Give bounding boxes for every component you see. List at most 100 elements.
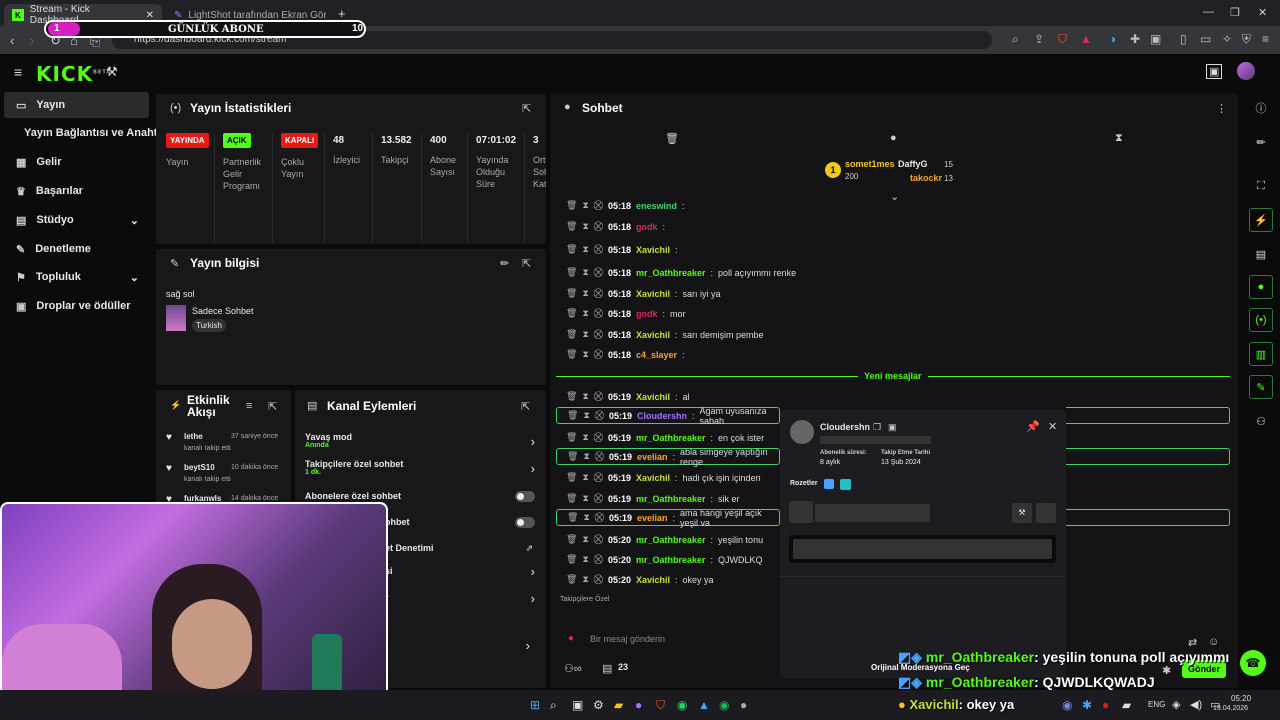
popout-icon[interactable]: ⇱ <box>521 400 530 413</box>
popout-icon[interactable]: ⇱ <box>268 400 277 413</box>
emote-icon[interactable]: ⚇∞ <box>564 662 582 675</box>
leader-name[interactable]: somet1mes <box>845 159 895 169</box>
message-username[interactable]: Cloudershn <box>637 411 687 421</box>
forward-icon[interactable]: › <box>30 33 34 48</box>
popout-icon[interactable]: ⇱ <box>522 257 531 270</box>
ban-icon[interactable]: ⛒ <box>594 432 603 443</box>
chat-input[interactable]: ● Bir mesaj gönderin <box>560 628 780 652</box>
timeout-icon[interactable]: ⧗ <box>582 391 588 402</box>
discord-icon[interactable]: ◉ <box>1062 698 1072 712</box>
ban-icon[interactable]: ⛒ <box>594 200 603 211</box>
message-username[interactable]: Xavichil <box>636 392 670 402</box>
clock-date[interactable]: 19.04.2026 <box>1213 705 1248 712</box>
delete-message-icon[interactable]: 🗑 <box>566 432 577 443</box>
timeout-icon[interactable]: ⧗ <box>582 349 588 360</box>
delete-message-icon[interactable]: 🗑 <box>566 554 577 565</box>
leo-icon[interactable]: ✧ <box>1222 32 1232 46</box>
message-username[interactable]: evelian <box>637 513 668 523</box>
delete-message-icon[interactable]: 🗑 <box>566 308 577 319</box>
timeout-input[interactable] <box>815 504 930 522</box>
ban-button[interactable] <box>789 501 813 523</box>
close-icon[interactable]: ✕ <box>146 10 154 21</box>
task-view-icon[interactable]: ▣ <box>572 698 583 712</box>
mod-mode-link[interactable]: Orijinal Moderasyona Geç <box>871 663 970 672</box>
message-username[interactable]: godk <box>636 222 658 232</box>
sidebar-item-achievements[interactable]: ♛ Başarılar <box>4 178 149 204</box>
timeout-icon[interactable]: ⧗ <box>582 200 588 211</box>
timeout-icon[interactable]: ⧗ <box>582 554 588 565</box>
sidebar-item-revenue[interactable]: ▦ Gelir <box>4 149 149 175</box>
app-icon[interactable]: ● <box>740 698 747 712</box>
clock-time[interactable]: 05:20 <box>1231 694 1251 703</box>
share-icon[interactable]: ⇪ <box>1034 32 1044 46</box>
chat-message[interactable]: 🗑 ⧗ ⛒ 05:19 mr_Oathbreaker: en çok ister <box>556 428 780 447</box>
message-username[interactable]: Xavichil <box>636 245 670 255</box>
chat-message[interactable]: 🗑 ⧗ ⛒ 05:18 godk: mor <box>556 304 1230 323</box>
menu-icon[interactable]: ≡ <box>1262 32 1269 46</box>
network-icon[interactable]: ◈ <box>1172 698 1180 711</box>
timeout-icon[interactable]: ⧗ <box>582 534 588 545</box>
message-username[interactable]: mr_Oathbreaker <box>636 555 706 565</box>
ban-icon[interactable]: ⛒ <box>594 267 603 278</box>
info-icon[interactable]: ⓘ <box>1249 96 1273 120</box>
ban-icon[interactable]: ⛒ <box>594 391 603 402</box>
chat-message[interactable]: 🗑 ⧗ ⛒ 05:20 Xavichil: okey ya <box>556 570 780 589</box>
delete-message-icon[interactable]: 🗑 <box>566 493 577 504</box>
message-username[interactable]: mr_Oathbreaker <box>636 433 706 443</box>
settings-icon[interactable]: ⚙ <box>593 698 604 712</box>
search-icon[interactable]: ⌕ <box>550 698 557 713</box>
chat-widget-icon[interactable]: ● <box>1249 275 1273 299</box>
translate-icon[interactable]: ◗ <box>1110 32 1117 46</box>
brave-icon[interactable]: ⛉ <box>656 698 665 713</box>
pin-icon[interactable]: 📌 <box>1026 420 1040 433</box>
ban-icon[interactable]: ⛒ <box>594 221 603 232</box>
ban-icon[interactable]: ⛒ <box>594 554 603 565</box>
chat-message[interactable]: 🗑 ⧗ ⛒ 05:19 Cloudershn: Agam uyusanıza sabah <box>556 406 780 426</box>
timeout-icon[interactable]: ⧗ <box>583 512 589 523</box>
chat-message[interactable]: 🗑 ⧗ ⛒ 05:18 Xavichil: sarı demişim pembe <box>556 325 1230 344</box>
back-icon[interactable]: ‹ <box>10 33 14 48</box>
delete-message-icon[interactable]: 🗑 <box>566 200 577 211</box>
edit-icon[interactable]: ✏ <box>500 257 509 270</box>
spotify-icon[interactable]: ◉ <box>719 698 729 712</box>
file-explorer-icon[interactable]: ▰ <box>614 698 623 712</box>
chat-message[interactable]: 🗑 ⧗ ⛒ 05:18 Xavichil: sarı iyi ya <box>556 284 1230 303</box>
chat-message[interactable]: 🗑 ⧗ ⛒ 05:19 Xavichil: al <box>556 387 1230 406</box>
timeout-icon[interactable]: ⧗ <box>582 329 588 340</box>
hammer-icon[interactable]: ⚒ <box>106 64 118 80</box>
chat-message[interactable]: 🗑 ⧗ ⛒ 05:19 evelian: ama hangi yeşil açık yeş… <box>556 508 780 528</box>
minimize-icon[interactable]: — <box>1203 6 1214 18</box>
whatsapp-icon[interactable]: ◉ <box>677 698 687 712</box>
brave-rewards-icon[interactable]: ▲ <box>1080 32 1092 46</box>
mic-muted-icon[interactable]: ● <box>1102 698 1109 712</box>
zoom-icon[interactable]: ⌕ <box>1012 32 1019 47</box>
ban-icon[interactable]: ⛒ <box>594 329 603 340</box>
chat-message[interactable]: 🗑 ⧗ ⛒ 05:20 mr_Oathbreaker: QJWDLKQ <box>556 550 780 569</box>
ban-icon[interactable]: ⛒ <box>594 244 603 255</box>
ban-icon[interactable]: ⛒ <box>594 288 603 299</box>
app-icon[interactable]: ▲ <box>698 698 710 712</box>
panel-icon[interactable]: ▥ <box>1249 342 1273 366</box>
more-options-icon[interactable]: ⋮ <box>1216 102 1227 115</box>
mod-action-button[interactable] <box>1036 503 1056 523</box>
bluetooth-icon[interactable]: ✱ <box>1082 698 1092 712</box>
focus-icon[interactable]: ⛶ <box>1249 174 1273 198</box>
action-slow-mode[interactable]: Yavaş mod Anında › <box>305 432 541 456</box>
message-username[interactable]: Xavichil <box>636 289 670 299</box>
message-username[interactable]: Xavichil <box>636 330 670 340</box>
chat-message[interactable]: 🗑 ⧗ ⛒ 05:18 c4_slayer: <box>556 345 1230 364</box>
filter-icon[interactable]: ≡ <box>246 400 252 412</box>
chat-message[interactable]: 🗑 ⧗ ⛒ 05:18 eneswind: <box>556 196 1230 215</box>
delete-message-icon[interactable]: 🗑 <box>566 349 577 360</box>
chat-message[interactable]: 🗑 ⧗ ⛒ 05:19 Xavichil: hadi çık işin içinden <box>556 468 780 487</box>
timeout-icon[interactable]: ⧗ <box>582 493 588 504</box>
timeout-icon[interactable]: ⧗ <box>582 288 588 299</box>
popout-icon[interactable]: ⇱ <box>522 102 531 115</box>
wallet-icon[interactable]: ▭ <box>1200 32 1211 46</box>
wrench-icon[interactable]: ✎ <box>1249 375 1273 399</box>
vpn-icon[interactable]: ⛨ <box>1242 32 1251 47</box>
avatar[interactable] <box>1237 62 1255 80</box>
timeout-icon[interactable]: ⧗ <box>582 574 588 585</box>
support-chat-icon[interactable]: ☎ <box>1240 650 1266 676</box>
timeout-icon[interactable]: ⧗ <box>582 221 588 232</box>
